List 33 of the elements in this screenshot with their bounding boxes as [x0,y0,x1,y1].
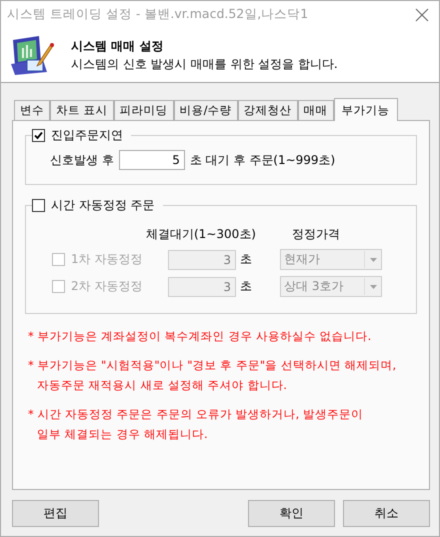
tab[interactable]: 매매 [298,100,334,120]
tab[interactable]: 비용/수량 [174,100,238,120]
column-heading: 체결대기(1~300초) [146,226,256,243]
cancel-button[interactable]: 취소 [343,500,430,527]
checkbox-label: 1차 자동정정 [71,251,142,268]
dropdown-arrow-icon [370,284,376,288]
column-heading: 정정가격 [292,226,340,243]
checkbox-label: 시간 자동정정 주문 [51,197,155,214]
tab[interactable]: 강제청산 [238,100,298,120]
ok-button[interactable]: 확인 [248,500,335,527]
tab[interactable]: 부가기능 [334,98,398,121]
checkbox[interactable] [32,199,45,212]
edit-button[interactable]: 편집 [12,500,99,527]
unit-label: 초 [240,251,253,268]
field-label: 신호발생 후 [50,152,114,168]
warning-note: * 부가기능은 계좌설정이 복수계좌인 경우 사용하실수 없습니다. [27,328,372,345]
seconds-input-field[interactable]: 5 [118,150,185,170]
checkbox[interactable] [32,129,45,142]
computer-chart-pencil-icon [9,34,55,76]
tab[interactable]: 차트 표시 [50,100,114,120]
dialog-description: 시스템의 신호 발생시 매매를 위한 설정을 합니다. [71,56,338,72]
unit-label: 초 [240,278,253,295]
dropdown-arrow-icon [370,258,376,262]
checkbox-label: 진입주문지연 [51,127,123,144]
warning-note: * 부가기능은 "시험적용"이나 "경보 후 주문"을 선택하시면 해제되며, 자동주문 재적용시 새로 설정해 주셔야 합니다. [27,357,398,394]
field-label: 초 대기 후 주문(1~999초) [190,152,336,168]
checkbox-label: 2차 자동정정 [71,278,142,295]
dialog-heading: 시스템 매매 설정 [71,38,164,54]
window-title: 시스템 트레이딩 설정 - 볼밴.vr.macd.52일,나스닥1 [7,6,308,23]
tab[interactable]: 피라미딩 [114,100,174,120]
warning-note: * 시간 자동정정 주문은 주문의 오류가 발생하거나, 발생주문이 일부 체결되는 경우 해제됩니다. [27,406,364,443]
close-icon[interactable] [415,8,429,22]
tab[interactable]: 변수 [14,100,50,120]
